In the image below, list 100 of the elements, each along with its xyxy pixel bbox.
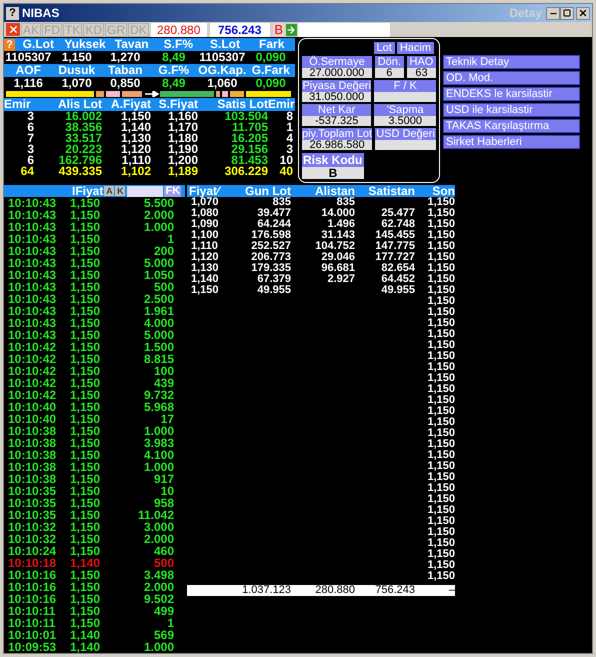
- filter-field[interactable]: [127, 186, 164, 196]
- trade-time: 10:10:43: [7, 197, 58, 209]
- field-value: 27.000.000: [302, 68, 372, 78]
- menu-button[interactable]: TAKAS Karşılaştırma: [443, 119, 580, 133]
- order-book-cell-text: 1,190: [166, 144, 198, 155]
- column-header: Tavan: [114, 38, 150, 51]
- trade-time: 10:10:38: [7, 437, 58, 449]
- maximize-icon: [563, 9, 571, 17]
- field-label: Piyasa Değeri: [302, 80, 372, 92]
- trade-lot: 1.961: [142, 305, 174, 317]
- table-cell-text: 1,150: [426, 197, 455, 208]
- table-cell-text: 1,110: [190, 241, 219, 252]
- table-cell-text: 1,130: [190, 263, 220, 274]
- stat-value: 1,270: [109, 51, 142, 64]
- trade-price: 1,150: [70, 365, 102, 377]
- trade-price: 1,150: [70, 509, 102, 521]
- stat-value: 0,850: [109, 77, 142, 90]
- trade-price: 1,150: [70, 425, 102, 437]
- trade-price: 1,140: [70, 629, 102, 641]
- help-button[interactable]: ?: [6, 6, 19, 20]
- table-cell-text: 1,150: [190, 285, 220, 296]
- trade-lot: 1: [166, 617, 174, 629]
- total-cell-text: –: [448, 585, 455, 596]
- table-cell-text: 82.654: [380, 263, 415, 274]
- order-book-cell-text: 3: [26, 111, 34, 122]
- trade-price: 1,150: [70, 197, 100, 209]
- trade-lot: 3.498: [142, 569, 174, 581]
- field-label: Ö.Sermaye: [302, 56, 372, 68]
- field-value: [374, 92, 436, 102]
- stat-value: 1105307: [198, 51, 246, 64]
- table-cell-text: 1,150: [426, 516, 455, 527]
- column-header: G.Lot: [22, 38, 55, 51]
- trade-price: 1,150: [70, 257, 102, 269]
- table-cell-text: 145.455: [374, 230, 415, 241]
- minimize-button[interactable]: [546, 6, 560, 20]
- order-book-cell-text: 20.223: [65, 144, 102, 155]
- menu-button[interactable]: Teknik Detay: [443, 55, 580, 69]
- sort-button[interactable]: A: [104, 186, 114, 196]
- field-value: 6: [374, 68, 404, 78]
- help-button[interactable]: ?: [4, 38, 15, 50]
- table-cell-text: 1,150: [426, 340, 455, 351]
- order-book-cell-text: 162.796: [58, 155, 102, 166]
- menu-button[interactable]: USD ile karsilastir: [443, 103, 580, 117]
- menu-button[interactable]: Sirket Haberleri: [443, 135, 580, 149]
- trade-lot: 958: [152, 497, 174, 509]
- window-subtitle: Detay: [509, 5, 542, 22]
- toggle-button[interactable]: Lot: [374, 42, 395, 54]
- maximize-button[interactable]: [560, 6, 574, 20]
- trade-time: 10:10:11: [7, 605, 56, 617]
- sort-button[interactable]: K: [115, 186, 126, 196]
- trade-time: 10:10:18: [7, 557, 58, 569]
- input-field[interactable]: [298, 22, 390, 36]
- column-header: Satis Lot: [216, 98, 268, 111]
- column-header: Alistan: [314, 185, 355, 197]
- column-header: Son: [432, 185, 455, 197]
- field-value: 63: [406, 68, 436, 78]
- table-cell-text: 1,150: [426, 373, 455, 384]
- table-cell-text: 1,150: [426, 285, 455, 296]
- table-cell-text: 49.955: [256, 285, 291, 296]
- trade-lot: 2.000: [142, 581, 174, 593]
- order-book-cell-text: 1,189: [166, 166, 198, 177]
- table-cell-text: 176.598: [250, 230, 291, 241]
- trade-time: 10:10:42: [7, 377, 58, 389]
- table-cell-text: 96.681: [320, 263, 355, 274]
- trade-price: 1,150: [70, 485, 102, 497]
- order-book-cell-text: 1,102: [120, 166, 151, 177]
- trade-price: 1,150: [70, 281, 102, 293]
- table-cell-text: 1,150: [426, 428, 455, 439]
- order-book-cell-text: 1,200: [166, 155, 198, 166]
- column-header: A.Fiyat: [110, 98, 151, 111]
- menu-button[interactable]: OD. Mod.: [443, 71, 580, 85]
- trade-price: 1,150: [70, 401, 102, 413]
- table-cell-text: 1,150: [426, 494, 455, 505]
- field-label: piy.Toplam Lot: [302, 128, 372, 140]
- close-icon[interactable]: [6, 23, 20, 36]
- table-cell-text: 25.477: [380, 208, 415, 219]
- trade-price: 1,150: [70, 317, 102, 329]
- trade-lot: 5.500: [142, 197, 174, 209]
- trade-price: 1,150: [70, 221, 102, 233]
- order-book-cell-text: 1,180: [166, 133, 198, 144]
- trade-lot: 3.000: [142, 521, 174, 533]
- column-header: Satistan: [367, 185, 415, 197]
- close-button[interactable]: [576, 6, 590, 20]
- close-icon: [578, 8, 588, 18]
- filter-button[interactable]: FK: [164, 186, 182, 196]
- trade-time: 10:10:43: [7, 233, 58, 245]
- stat-value: 8,49: [161, 77, 186, 90]
- order-book-cell-text: 3: [26, 144, 34, 155]
- table-cell-text: 67.379: [256, 274, 291, 285]
- total-cell-text: 1.037.123: [241, 585, 291, 596]
- trade-time: 10:10:40: [7, 413, 58, 425]
- trade-price: 1,150: [70, 377, 102, 389]
- order-book-cell-text: 8: [285, 111, 293, 122]
- table-cell-text: 1,150: [426, 263, 455, 274]
- table-cell-text: 1,150: [426, 252, 455, 263]
- field-value: -537.325: [302, 116, 372, 126]
- table-cell-text: 2.927: [326, 274, 355, 285]
- toggle-button[interactable]: Hacim: [396, 42, 434, 54]
- table-cell-text: 39.477: [256, 208, 291, 219]
- menu-button[interactable]: ENDEKS le karsilastir: [443, 87, 580, 101]
